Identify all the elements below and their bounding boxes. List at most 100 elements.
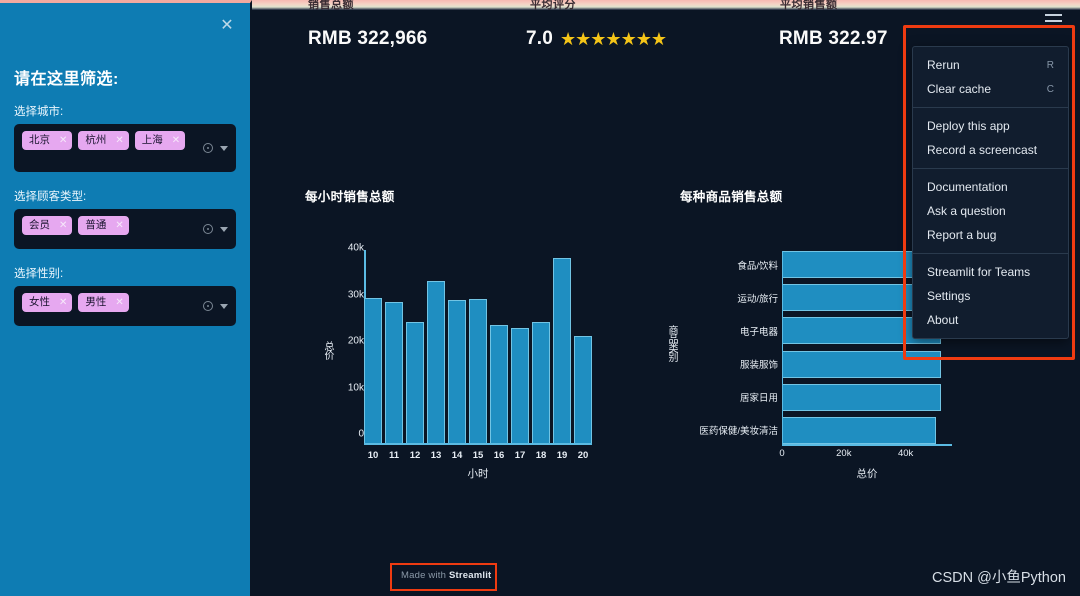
multiselect-customer-type[interactable]: 会员 ✕ 普通 ✕	[14, 209, 236, 249]
chip-remove-icon[interactable]: ✕	[59, 219, 67, 232]
menu-item-report-a-bug[interactable]: Report a bug	[913, 223, 1068, 247]
clear-all-icon[interactable]	[203, 143, 213, 153]
menu-item-documentation[interactable]: Documentation	[913, 175, 1068, 199]
vbar-x-tick: 14	[451, 450, 463, 461]
vbar-10[interactable]	[364, 298, 382, 443]
vbar-16[interactable]	[490, 325, 508, 443]
multiselect-city[interactable]: 北京 ✕ 杭州 ✕ 上海 ✕	[14, 124, 236, 172]
chevron-down-icon[interactable]	[220, 303, 228, 309]
chip-label: 普通	[85, 219, 107, 231]
vbar-18[interactable]	[532, 321, 550, 443]
hamburger-bar	[1045, 14, 1062, 16]
hbar-居家日用[interactable]	[783, 383, 941, 411]
menu-item-label: Record a screencast	[927, 143, 1038, 157]
hamburger-icon[interactable]	[1045, 14, 1062, 27]
hbar-服装服饰[interactable]	[783, 350, 941, 378]
chip-label: 女性	[29, 296, 50, 308]
chip-city-1[interactable]: 杭州 ✕	[78, 131, 129, 150]
chip-remove-icon[interactable]: ✕	[172, 134, 180, 147]
made-with-streamlit-badge[interactable]: Made with Streamlit	[392, 565, 500, 586]
metric-rating-value: 7.0	[526, 28, 554, 49]
menu-item-settings[interactable]: Settings	[913, 284, 1068, 308]
vbar-x-tick: 12	[409, 450, 421, 461]
hbar-row: 服装服饰	[740, 350, 952, 378]
chip-remove-icon[interactable]: ✕	[115, 296, 123, 309]
chip-customer-1[interactable]: 普通 ✕	[78, 216, 129, 235]
vbar-13[interactable]	[427, 281, 445, 443]
hbar-医药保健/美妆清洁[interactable]	[783, 416, 936, 444]
chip-city-0[interactable]: 北京 ✕	[22, 131, 73, 150]
hbar-category-label: 医药保健/美妆清洁	[699, 426, 778, 438]
chip-label: 男性	[85, 296, 107, 308]
menu-item-clear-cache[interactable]: Clear cache C	[913, 77, 1068, 101]
metric-total-sales: RMB 322,966	[308, 28, 428, 49]
cut-label-0: 销售总额	[308, 0, 354, 10]
vbar-plot-area	[364, 250, 592, 445]
clear-all-icon[interactable]	[203, 224, 213, 234]
hbar-x-tick: 20k	[836, 448, 852, 459]
multiselect-controls	[203, 301, 228, 311]
chip-city-2[interactable]: 上海 ✕	[134, 131, 186, 150]
menu-item-label: Documentation	[927, 180, 1008, 194]
vbar-12[interactable]	[406, 321, 424, 443]
chip-label: 北京	[29, 134, 50, 146]
chip-remove-icon[interactable]: ✕	[59, 134, 67, 147]
menu-item-deploy-this-app[interactable]: Deploy this app	[913, 114, 1068, 138]
vbar-x-ticks: 10 11 12 13 14 15 16 17 18 19 20	[364, 450, 592, 461]
multiselect-gender[interactable]: 女性 ✕ 男性 ✕	[14, 286, 236, 326]
vbar-x-tick: 16	[493, 450, 505, 461]
menu-item-rerun[interactable]: Rerun R	[913, 53, 1068, 77]
menu-item-label: Clear cache	[927, 82, 992, 96]
sidebar-close-icon[interactable]: ✕	[218, 17, 236, 35]
menu-item-label: Settings	[927, 289, 971, 303]
chart-title-category: 每种商品销售总额	[680, 190, 783, 204]
streamlit-brand: Streamlit	[448, 570, 492, 581]
vbar-y-tick: 40k	[347, 242, 364, 254]
vbar-y-tick: 20k	[347, 335, 364, 347]
chip-gender-0[interactable]: 女性 ✕	[22, 293, 73, 312]
vbar-x-tick: 13	[430, 450, 442, 461]
vbar-x-tick: 10	[367, 450, 379, 461]
cut-label-2: 平均销售额	[780, 0, 838, 10]
hourly-sales-bar-chart: 总价 0 10k 20k 30k 40k 10 11 12 13 14 15 16 17 18 19 20 …	[322, 233, 612, 480]
vbar-17[interactable]	[511, 328, 529, 443]
vbar-15[interactable]	[469, 299, 487, 443]
app-root: 销售总额 平均评分 平均销售额 ✕ 请在这里筛选: 选择城市: 北京 ✕ 杭州 …	[0, 0, 1080, 596]
star-rating-icon: ★★★★★★★	[560, 28, 667, 49]
vbar-x-tick: 19	[556, 450, 568, 461]
chip-customer-0[interactable]: 会员 ✕	[22, 216, 73, 235]
streamlit-main-menu[interactable]: Rerun R Clear cache C Deploy this app Record …	[912, 46, 1069, 339]
hbar-category-label: 运动/旅行	[737, 293, 778, 305]
hbar-x-tick: 40k	[897, 448, 914, 459]
menu-item-streamlit-for-teams[interactable]: Streamlit for Teams	[913, 260, 1068, 284]
vbar-20[interactable]	[574, 335, 592, 443]
chip-gender-1[interactable]: 男性 ✕	[78, 293, 129, 312]
chip-remove-icon[interactable]: ✕	[59, 296, 67, 309]
menu-separator	[913, 168, 1068, 169]
hbar-category-label: 电子电器	[739, 326, 778, 338]
field-label-customer-type: 选择顾客类型:	[14, 191, 87, 203]
vbar-11[interactable]	[385, 302, 403, 443]
vbar-19[interactable]	[553, 258, 571, 443]
chevron-down-icon[interactable]	[220, 226, 228, 232]
chip-label: 杭州	[85, 134, 107, 146]
chip-label: 会员	[29, 219, 50, 231]
vbar-y-tick: 10k	[347, 382, 364, 394]
menu-item-ask-a-question[interactable]: Ask a question	[913, 199, 1068, 223]
chip-remove-icon[interactable]: ✕	[115, 134, 123, 147]
chevron-down-icon[interactable]	[220, 145, 228, 151]
made-with-text: Made with	[401, 570, 449, 581]
vbar-14[interactable]	[448, 300, 466, 443]
menu-item-about[interactable]: About	[913, 308, 1068, 332]
vbar-x-axis-label: 小时	[467, 468, 489, 480]
cut-label-1: 平均评分	[530, 0, 576, 10]
chip-remove-icon[interactable]: ✕	[115, 219, 123, 232]
hbar-row: 居家日用	[740, 383, 952, 411]
clear-all-icon[interactable]	[203, 301, 213, 311]
menu-separator	[913, 253, 1068, 254]
menu-item-record-a-screencast[interactable]: Record a screencast	[913, 138, 1068, 162]
sidebar-content: 请在这里筛选: 选择城市: 北京 ✕ 杭州 ✕ 上海 ✕ 选择顾客类型: 会员 …	[0, 3, 250, 326]
multiselect-controls	[203, 224, 228, 234]
vbar-x-tick: 17	[514, 450, 526, 461]
menu-item-label: About	[927, 313, 959, 327]
